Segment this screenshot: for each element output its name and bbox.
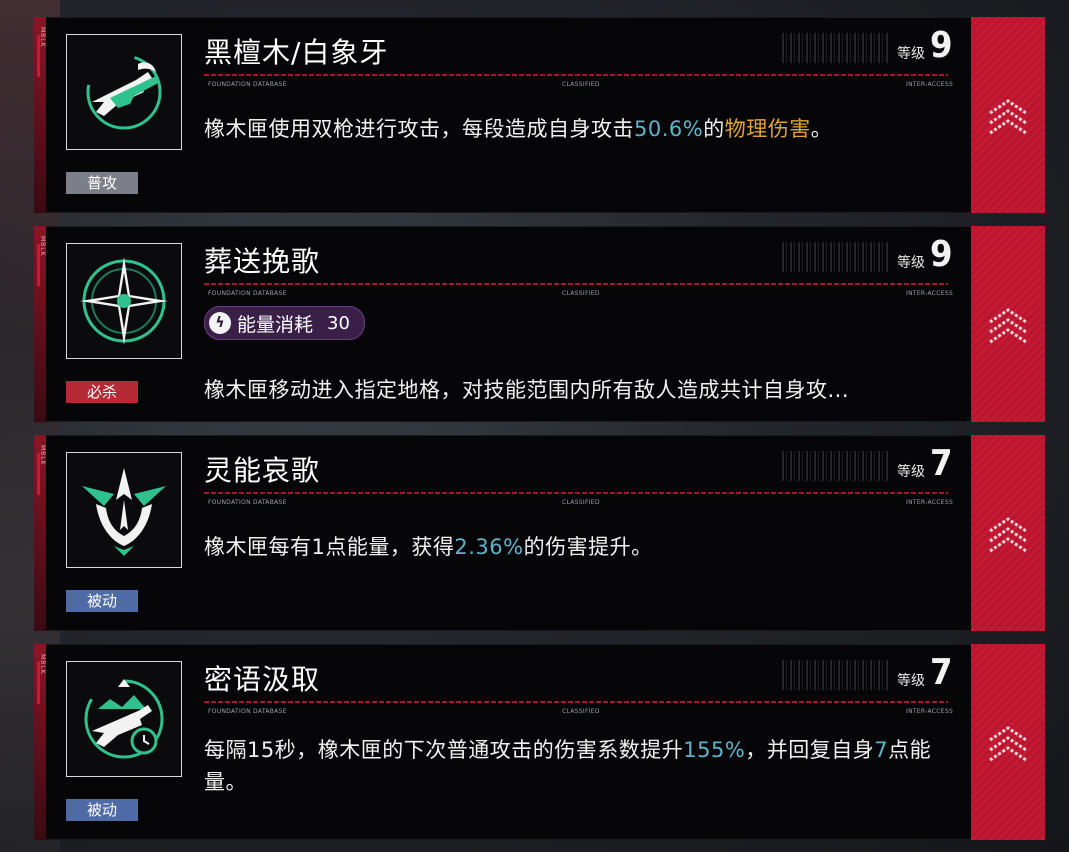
micro-text: CLASSIFIED — [562, 708, 600, 715]
divider — [204, 492, 948, 494]
skill-description: 橡木匣移动进入指定地格，对技能范围内所有敌人造成共计自身攻... — [204, 378, 850, 402]
level-value: 7 — [930, 443, 953, 484]
skill-type-badge: 被动 — [66, 590, 138, 612]
level-value: 9 — [930, 234, 953, 275]
level-label: 等级 — [897, 255, 925, 271]
compass-star-icon — [80, 257, 168, 345]
energy-cost-value: 30 — [327, 312, 350, 334]
trident-arrows-icon — [82, 468, 166, 556]
side-tag: MBLK — [39, 27, 46, 48]
barcode-decor — [782, 33, 890, 63]
skill-description: 橡木匣每有1点能量，获得2.36%的伤害提升。 — [204, 535, 653, 559]
skill-card-3: MBLK 被动 灵能哀歌 等级 7 FOUNDATION DATABASE CL… — [34, 435, 1045, 631]
skill-type-badge: 普攻 — [66, 172, 138, 194]
divider — [204, 701, 948, 703]
skill-icon-frame[interactable] — [66, 34, 182, 150]
energy-cost-label: 能量消耗 — [237, 313, 314, 336]
lightning-icon: ϟ — [209, 312, 231, 334]
upgrade-button[interactable] — [971, 226, 1045, 422]
micro-text: INTER-ACCESS — [906, 81, 954, 88]
micro-text: INTER-ACCESS — [906, 708, 954, 715]
micro-text: FOUNDATION DATABASE — [208, 708, 287, 715]
skill-title: 黑檀木/白象牙 — [204, 36, 389, 69]
side-tag: MBLK — [39, 236, 46, 257]
micro-text: CLASSIFIED — [562, 290, 600, 297]
micro-text: FOUNDATION DATABASE — [208, 81, 287, 88]
level-label: 等级 — [897, 46, 925, 62]
level-label: 等级 — [897, 673, 925, 689]
barcode-decor — [782, 660, 890, 690]
divider — [204, 74, 948, 76]
micro-text: FOUNDATION DATABASE — [208, 290, 287, 297]
micro-text: CLASSIFIED — [562, 81, 600, 88]
skill-title: 密语汲取 — [204, 663, 321, 696]
level-value: 7 — [930, 652, 953, 693]
upgrade-button[interactable] — [971, 435, 1045, 631]
skill-type-badge: 被动 — [66, 799, 138, 821]
skill-card-2: MBLK 必杀 葬送挽歌 等级 9 FOUNDATION DATABASE CL… — [34, 226, 1045, 422]
skill-card-4: MBLK 被动 密语汲取 等级 7 FOUNDATION DATABASE CL… — [34, 644, 1045, 840]
micro-text: INTER-ACCESS — [906, 499, 954, 506]
micro-text: INTER-ACCESS — [906, 290, 954, 297]
skill-type-badge: 必杀 — [66, 381, 138, 403]
pistol-clock-icon — [84, 679, 164, 759]
skill-icon-frame[interactable] — [66, 452, 182, 568]
skill-title: 葬送挽歌 — [204, 245, 321, 278]
skill-card-1: MBLK 普攻 黑檀木/白象牙 等级 9 FOUNDATION DATABASE… — [34, 17, 1045, 213]
skill-description: 每隔15秒，橡木匣的下次普通攻击的伤害系数提升155%，并回复自身7点能量。 — [204, 738, 932, 794]
dual-pistols-icon — [86, 54, 162, 130]
skill-icon-frame[interactable] — [66, 661, 182, 777]
energy-cost-pill: ϟ 能量消耗 30 — [204, 306, 365, 340]
level-label: 等级 — [897, 464, 925, 480]
skill-description: 橡木匣使用双枪进行攻击，每段造成自身攻击50.6%的物理伤害。 — [204, 117, 833, 141]
side-tag: MBLK — [39, 654, 46, 675]
divider — [204, 283, 948, 285]
micro-text: CLASSIFIED — [562, 499, 600, 506]
micro-text: FOUNDATION DATABASE — [208, 499, 287, 506]
side-tag: MBLK — [39, 445, 46, 466]
chevron-up-icon — [989, 726, 1027, 762]
chevron-up-icon — [989, 308, 1027, 344]
level-value: 9 — [930, 25, 953, 66]
chevron-up-icon — [989, 99, 1027, 135]
barcode-decor — [782, 242, 890, 272]
barcode-decor — [782, 451, 890, 481]
upgrade-button[interactable] — [971, 644, 1045, 840]
chevron-up-icon — [989, 517, 1027, 553]
skill-icon-frame[interactable] — [66, 243, 182, 359]
skill-title: 灵能哀歌 — [204, 454, 321, 487]
upgrade-button[interactable] — [971, 17, 1045, 213]
